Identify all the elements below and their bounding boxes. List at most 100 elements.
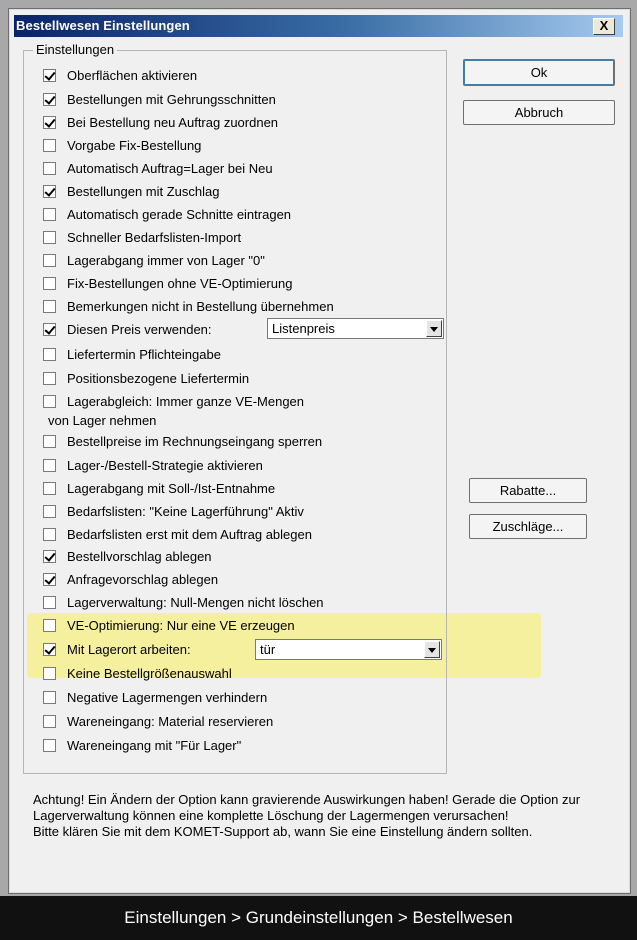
option-row[interactable]: Lager-/Bestell-Strategie aktivieren (43, 456, 263, 474)
price-select-value: Listenpreis (272, 321, 335, 336)
option-checkbox[interactable] (43, 299, 56, 313)
option-checkbox[interactable] (43, 394, 56, 408)
option-checkbox[interactable] (43, 115, 56, 129)
option-label: Bedarfslisten: "Keine Lagerführung" Akti… (67, 503, 304, 519)
option-checkbox[interactable] (43, 666, 56, 680)
option-row[interactable]: Diesen Preis verwenden: (43, 320, 212, 338)
option-checkbox[interactable] (43, 276, 56, 290)
cancel-button[interactable]: Abbruch (463, 100, 615, 125)
option-row[interactable]: Mit Lagerort arbeiten: (43, 640, 191, 658)
option-row[interactable]: Bemerkungen nicht in Bestellung übernehm… (43, 297, 334, 315)
option-checkbox[interactable] (43, 527, 56, 541)
option-label: Wareneingang mit "Für Lager" (67, 737, 242, 753)
option-row[interactable]: Anfragevorschlag ablegen (43, 570, 218, 588)
option-checkbox[interactable] (43, 642, 56, 656)
option-label: Bei Bestellung neu Auftrag zuordnen (67, 114, 279, 130)
option-checkbox[interactable] (43, 184, 56, 198)
option-checkbox[interactable] (43, 161, 56, 175)
support-text: Bitte klären Sie mit dem KOMET-Support a… (33, 824, 533, 839)
option-label: Liefertermin Pflichteingabe (67, 346, 221, 362)
option-checkbox[interactable] (43, 549, 56, 563)
option-row[interactable]: Fix-Bestellungen ohne VE-Optimierung (43, 274, 292, 292)
option-checkbox[interactable] (43, 504, 56, 518)
option-checkbox[interactable] (43, 92, 56, 106)
lagerort-select[interactable]: tür (255, 639, 442, 660)
option-row[interactable]: Bei Bestellung neu Auftrag zuordnen (43, 113, 278, 131)
option-row[interactable]: Bedarfslisten erst mit dem Auftrag ableg… (43, 525, 312, 543)
option-row[interactable]: Bestellvorschlag ablegen (43, 547, 212, 565)
option-row[interactable]: Bestellungen mit Zuschlag (43, 182, 219, 200)
option-label: Oberflächen aktivieren (67, 67, 198, 83)
chevron-down-icon[interactable] (424, 641, 440, 658)
option-label: Mit Lagerort arbeiten: (67, 641, 191, 657)
option-label: Lager-/Bestell-Strategie aktivieren (67, 457, 263, 473)
option-label: Negative Lagermengen verhindern (67, 689, 268, 705)
zuschlaege-button[interactable]: Zuschläge... (469, 514, 587, 539)
option-checkbox[interactable] (43, 714, 56, 728)
option-label: Schneller Bedarfslisten-Import (67, 229, 242, 245)
option-checkbox[interactable] (43, 618, 56, 632)
option-row[interactable]: Bestellpreise im Rechnungseingang sperre… (43, 432, 322, 450)
option-checkbox[interactable] (43, 207, 56, 221)
option-row[interactable]: Positionsbezogene Liefertermin (43, 369, 249, 387)
option-continuation-text: von Lager nehmen (48, 413, 157, 428)
option-label: Bemerkungen nicht in Bestellung übernehm… (67, 298, 334, 314)
rabatte-button[interactable]: Rabatte... (469, 478, 587, 503)
option-label: Bestellvorschlag ablegen (67, 548, 212, 564)
option-checkbox[interactable] (43, 253, 56, 267)
option-row[interactable]: Negative Lagermengen verhindern (43, 688, 267, 706)
option-label: Positionsbezogene Liefertermin (67, 370, 250, 386)
option-row[interactable]: Schneller Bedarfslisten-Import (43, 228, 241, 246)
option-label: Automatisch Auftrag=Lager bei Neu (67, 160, 273, 176)
option-row[interactable]: Keine Bestellgrößenauswahl (43, 664, 232, 682)
option-label: Lagerabgang mit Soll-/Ist-Entnahme (67, 480, 276, 496)
option-checkbox[interactable] (43, 572, 56, 586)
option-label: Keine Bestellgrößenauswahl (67, 665, 232, 681)
option-checkbox[interactable] (43, 458, 56, 472)
option-label: Lagerabgang immer von Lager "0" (67, 252, 265, 268)
option-row[interactable]: Lagerabgang mit Soll-/Ist-Entnahme (43, 479, 275, 497)
option-label: Lagerverwaltung: Null-Mengen nicht lösch… (67, 594, 324, 610)
option-label: Diesen Preis verwenden: (67, 321, 212, 337)
option-checkbox[interactable] (43, 322, 56, 336)
option-label: Bestellungen mit Gehrungsschnitten (67, 91, 276, 107)
option-row[interactable]: Bestellungen mit Gehrungsschnitten (43, 90, 276, 108)
option-label: Bedarfslisten erst mit dem Auftrag ableg… (67, 526, 312, 542)
settings-group-legend: Einstellungen (33, 42, 118, 57)
option-label: Bestellungen mit Zuschlag (67, 183, 220, 199)
option-row[interactable]: VE-Optimierung: Nur eine VE erzeugen (43, 616, 295, 634)
option-checkbox[interactable] (43, 690, 56, 704)
option-checkbox[interactable] (43, 138, 56, 152)
option-row[interactable]: Lagerabgang immer von Lager "0" (43, 251, 265, 269)
option-checkbox[interactable] (43, 481, 56, 495)
warning-text: Achtung! Ein Ändern der Option kann grav… (33, 792, 581, 823)
price-select[interactable]: Listenpreis (267, 318, 444, 339)
dialog-title: Bestellwesen Einstellungen (16, 18, 190, 33)
option-checkbox[interactable] (43, 434, 56, 448)
option-row[interactable]: Automatisch gerade Schnitte eintragen (43, 205, 291, 223)
ok-button[interactable]: Ok (463, 59, 615, 86)
lagerort-select-value: tür (260, 642, 276, 657)
option-label: VE-Optimierung: Nur eine VE erzeugen (67, 617, 295, 633)
option-row[interactable]: Automatisch Auftrag=Lager bei Neu (43, 159, 273, 177)
option-checkbox[interactable] (43, 595, 56, 609)
close-button[interactable]: X (593, 18, 615, 35)
option-row[interactable]: Bedarfslisten: "Keine Lagerführung" Akti… (43, 502, 304, 520)
option-label: Fix-Bestellungen ohne VE-Optimierung (67, 275, 293, 291)
option-row[interactable]: Vorgabe Fix-Bestellung (43, 136, 201, 154)
option-label: Bestellpreise im Rechnungseingang sperre… (67, 433, 323, 449)
option-row[interactable]: Liefertermin Pflichteingabe (43, 345, 221, 363)
option-checkbox[interactable] (43, 68, 56, 82)
option-checkbox[interactable] (43, 230, 56, 244)
breadcrumb-caption: Einstellungen > Grundeinstellungen > Bes… (0, 896, 637, 940)
option-checkbox[interactable] (43, 371, 56, 385)
option-row[interactable]: Lagerverwaltung: Null-Mengen nicht lösch… (43, 593, 324, 611)
option-checkbox[interactable] (43, 347, 56, 361)
chevron-down-icon[interactable] (426, 320, 442, 337)
option-label: Automatisch gerade Schnitte eintragen (67, 206, 292, 222)
option-row[interactable]: Wareneingang mit "Für Lager" (43, 736, 241, 754)
option-row[interactable]: Lagerabgleich: Immer ganze VE-Mengen (43, 392, 304, 410)
option-checkbox[interactable] (43, 738, 56, 752)
option-row[interactable]: Oberflächen aktivieren (43, 66, 197, 84)
option-row[interactable]: Wareneingang: Material reservieren (43, 712, 273, 730)
